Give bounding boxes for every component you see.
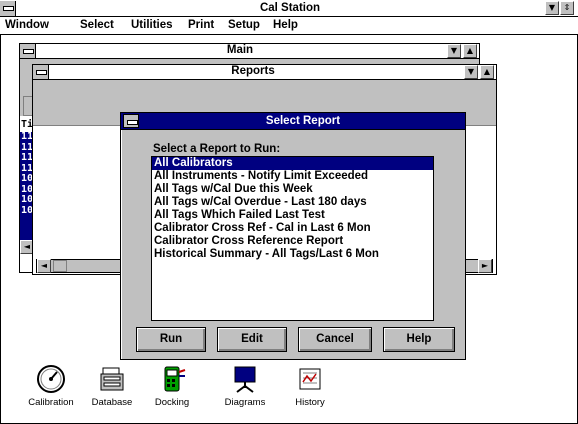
main-system-menu-icon[interactable] [20, 44, 36, 58]
report-list-item[interactable]: Historical Summary - All Tags/Last 6 Mon [152, 248, 433, 261]
diagrams-label: Diagrams [224, 397, 266, 408]
reports-window-title: Reports [231, 65, 275, 77]
run-button[interactable]: Run [136, 327, 206, 352]
report-list-item[interactable]: All Tags w/Cal Overdue - Last 180 days [152, 196, 433, 209]
dialog-title-bar[interactable]: Select Report [121, 113, 465, 130]
app-title-bar[interactable]: Cal Station ▼ ⇕ [0, 0, 578, 17]
reports-scroll-right-icon[interactable]: ► [478, 259, 492, 273]
help-button[interactable]: Help [383, 327, 455, 352]
calibration-shortcut[interactable]: Calibration [20, 364, 82, 408]
database-label: Database [91, 397, 133, 408]
reports-scroll-left-icon[interactable]: ◄ [37, 259, 51, 273]
main-title-bar[interactable]: Main ▼ ▲ [20, 44, 479, 59]
menu-utilities[interactable]: Utilities [131, 19, 173, 31]
menu-help[interactable]: Help [273, 19, 298, 31]
docking-label: Docking [154, 397, 190, 408]
reports-minimize-icon[interactable]: ▼ [464, 65, 478, 79]
reports-system-menu-icon[interactable] [33, 65, 49, 79]
dialog-button-row: Run Edit Cancel Help [121, 327, 465, 353]
report-list-item[interactable]: All Tags Which Failed Last Test [152, 209, 433, 222]
calibration-gauge-icon [37, 365, 65, 393]
app-title: Cal Station [259, 2, 321, 14]
history-icon [299, 368, 321, 390]
report-list-item[interactable]: All Tags w/Cal Due this Week [152, 183, 433, 196]
report-list-item[interactable]: Calibrator Cross Reference Report [152, 235, 433, 248]
report-list-item[interactable]: All Instruments - Notify Limit Exceeded [152, 170, 433, 183]
docking-icon [164, 366, 186, 392]
menu-bar: Window Select Utilities Print Setup Help [0, 17, 578, 35]
main-maximize-icon[interactable]: ▲ [463, 44, 477, 58]
calibration-label: Calibration [28, 397, 74, 408]
history-shortcut[interactable]: History [279, 364, 341, 408]
menu-window[interactable]: Window [5, 19, 49, 31]
report-list[interactable]: All Calibrators All Instruments - Notify… [151, 156, 434, 321]
reports-scroll-thumb[interactable] [53, 260, 67, 272]
reports-title-bar[interactable]: Reports ▼ ▲ [33, 65, 496, 80]
diagrams-shortcut[interactable]: Diagrams [214, 364, 276, 408]
dialog-system-menu-icon[interactable] [123, 114, 139, 128]
diagrams-icon [234, 366, 256, 393]
database-shortcut[interactable]: Database [81, 364, 143, 408]
menu-select[interactable]: Select [80, 19, 114, 31]
restore-icon[interactable]: ⇕ [560, 1, 574, 15]
cancel-button[interactable]: Cancel [298, 327, 372, 352]
menu-print[interactable]: Print [188, 19, 214, 31]
edit-button[interactable]: Edit [217, 327, 287, 352]
report-list-item[interactable]: Calibrator Cross Ref - Cal in Last 6 Mon [152, 222, 433, 235]
main-window-title: Main [226, 44, 254, 56]
history-label: History [295, 397, 325, 408]
report-list-item[interactable]: All Calibrators [152, 157, 433, 170]
select-report-dialog: Select Report Select a Report to Run: Al… [120, 112, 466, 360]
reports-maximize-icon[interactable]: ▲ [480, 65, 494, 79]
report-prompt-label: Select a Report to Run: [153, 143, 281, 155]
app-system-menu-icon[interactable] [0, 1, 16, 16]
menu-setup[interactable]: Setup [228, 19, 260, 31]
minimize-icon[interactable]: ▼ [545, 1, 559, 15]
database-icon [100, 367, 124, 391]
main-minimize-icon[interactable]: ▼ [447, 44, 461, 58]
docking-shortcut[interactable]: Docking [141, 364, 203, 408]
dialog-title: Select Report [265, 115, 341, 127]
